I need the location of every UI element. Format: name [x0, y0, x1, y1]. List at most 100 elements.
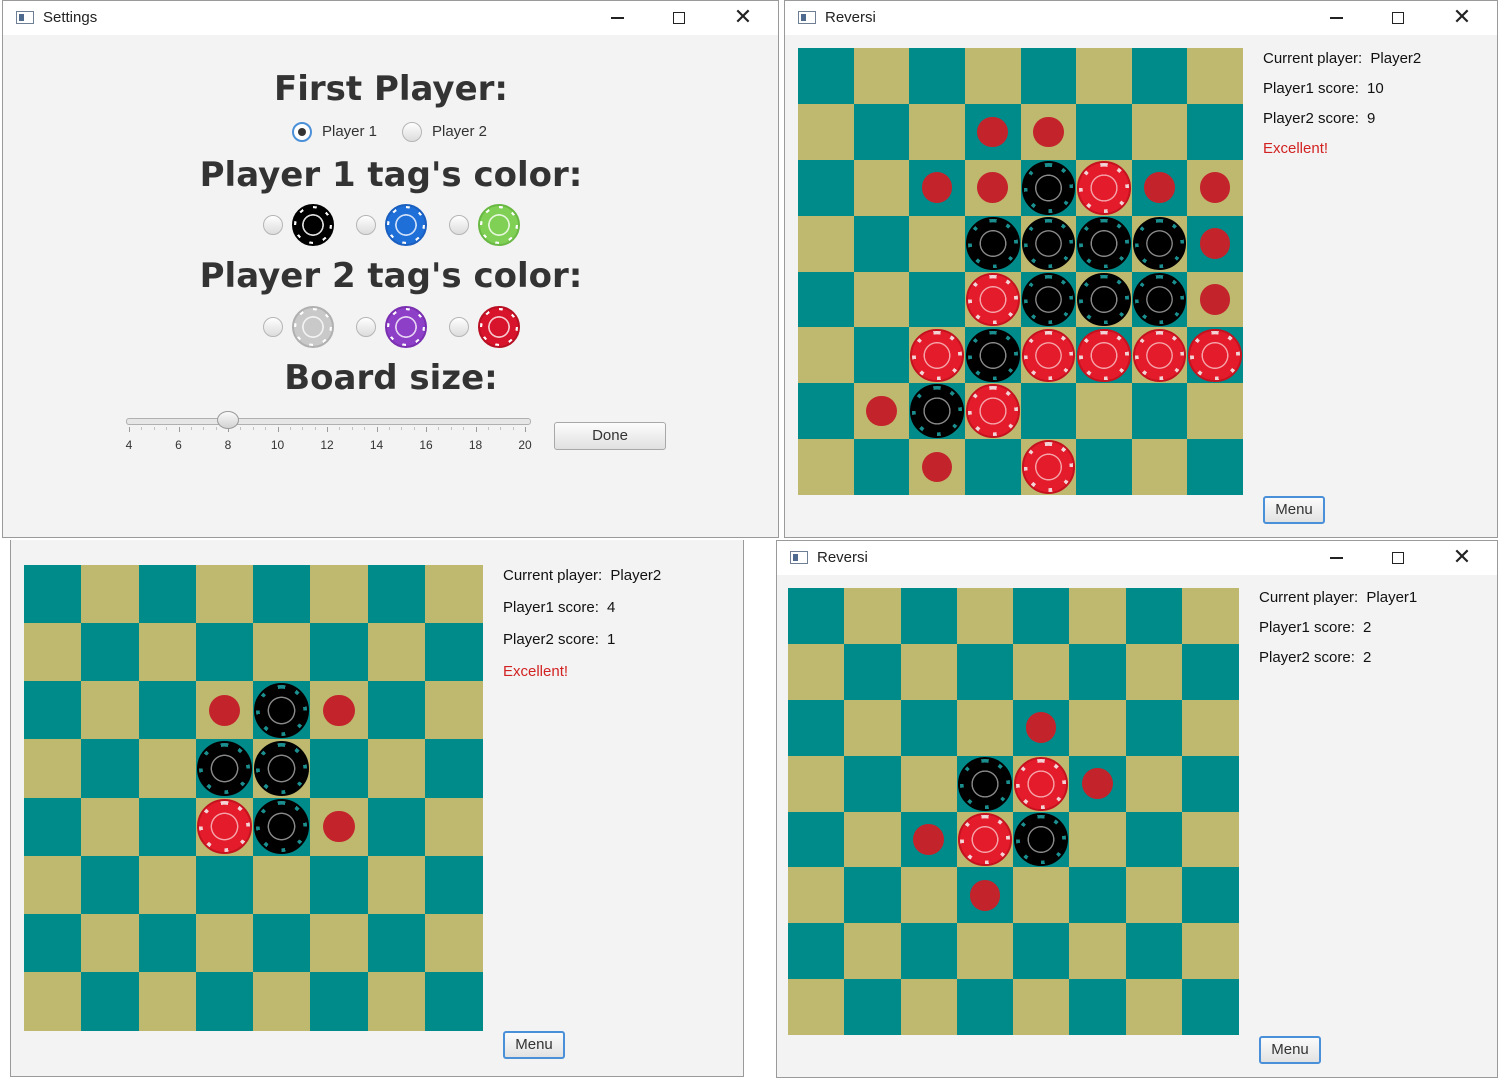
board-cell[interactable] — [367, 971, 426, 1031]
board-cell[interactable] — [788, 979, 845, 1036]
board-cell[interactable] — [844, 755, 902, 812]
board-cell[interactable] — [900, 923, 958, 980]
board-cell[interactable] — [138, 623, 197, 683]
board-cell[interactable] — [1013, 979, 1070, 1036]
board-cell[interactable] — [956, 923, 1014, 980]
board-cell[interactable] — [367, 855, 426, 915]
board-cell[interactable] — [1125, 979, 1183, 1036]
board-cell[interactable] — [900, 643, 958, 700]
board-cell[interactable] — [81, 797, 140, 857]
board-cell[interactable] — [1181, 867, 1239, 924]
board-cell[interactable] — [81, 971, 140, 1031]
board-cell[interactable] — [424, 739, 483, 799]
board-cell[interactable] — [788, 588, 845, 644]
board-cell[interactable] — [81, 855, 140, 915]
board-cell[interactable] — [1187, 383, 1244, 440]
board-cell[interactable] — [1013, 923, 1070, 980]
valid-move-marker[interactable] — [208, 694, 241, 727]
p1-color-radio-green[interactable] — [449, 215, 469, 235]
board-cell[interactable] — [798, 159, 854, 216]
board-cell[interactable] — [310, 565, 369, 624]
board-cell[interactable] — [424, 565, 483, 624]
board-cell[interactable] — [138, 797, 197, 857]
board-cell[interactable] — [900, 588, 958, 644]
board-cell[interactable] — [1069, 811, 1127, 868]
p1-color-green-chip[interactable] — [478, 204, 520, 246]
board-cell[interactable] — [1181, 923, 1239, 980]
board-cell[interactable] — [798, 383, 854, 440]
board-cell[interactable] — [1020, 48, 1077, 104]
done-button[interactable]: Done — [554, 422, 666, 450]
board-cell[interactable] — [798, 327, 854, 384]
maximize-button[interactable] — [664, 4, 694, 30]
radio-player-2-label[interactable]: Player 2 — [432, 123, 487, 140]
board-cell[interactable] — [1013, 643, 1070, 700]
board-cell[interactable] — [138, 565, 197, 624]
board-cell[interactable] — [1069, 699, 1127, 756]
board-cell[interactable] — [1125, 867, 1183, 924]
board-cell[interactable] — [788, 923, 845, 980]
board-cell[interactable] — [909, 48, 966, 104]
valid-move-marker[interactable] — [1144, 172, 1175, 203]
board-cell[interactable] — [81, 913, 140, 973]
board-cell[interactable] — [1187, 48, 1244, 104]
minimize-button[interactable] — [1321, 4, 1351, 30]
board-cell[interactable] — [844, 811, 902, 868]
board-cell[interactable] — [24, 623, 82, 683]
board-cell[interactable] — [1187, 439, 1244, 496]
board-cell[interactable] — [253, 855, 311, 915]
board-cell[interactable] — [909, 103, 966, 160]
board-cell[interactable] — [1125, 923, 1183, 980]
valid-move-marker[interactable] — [913, 824, 944, 855]
board-cell[interactable] — [1181, 699, 1239, 756]
board-cell[interactable] — [1181, 755, 1239, 812]
board-cell[interactable] — [1076, 383, 1133, 440]
p1-color-radio-black[interactable] — [263, 215, 283, 235]
board-cell[interactable] — [138, 739, 197, 799]
p1-color-blue-chip[interactable] — [385, 204, 427, 246]
board-cell[interactable] — [424, 797, 483, 857]
radio-player-1-label[interactable]: Player 1 — [322, 123, 377, 140]
board-cell[interactable] — [138, 913, 197, 973]
p2-color-radio-purple[interactable] — [356, 317, 376, 337]
board-cell[interactable] — [1125, 699, 1183, 756]
board-cell[interactable] — [1131, 103, 1188, 160]
board-size-slider-track[interactable] — [126, 418, 531, 425]
board-cell[interactable] — [424, 971, 483, 1031]
board-cell[interactable] — [788, 755, 845, 812]
board-cell[interactable] — [424, 623, 483, 683]
board-cell[interactable] — [900, 699, 958, 756]
valid-move-marker[interactable] — [977, 172, 1008, 203]
board-cell[interactable] — [788, 699, 845, 756]
game-board[interactable] — [24, 565, 483, 1031]
board-cell[interactable] — [1181, 643, 1239, 700]
game-board[interactable] — [798, 48, 1244, 496]
board-cell[interactable] — [367, 739, 426, 799]
board-cell[interactable] — [1187, 103, 1244, 160]
board-cell[interactable] — [1069, 923, 1127, 980]
board-cell[interactable] — [24, 913, 82, 973]
board-cell[interactable] — [253, 623, 311, 683]
board-cell[interactable] — [195, 623, 254, 683]
p2-color-radio-red[interactable] — [449, 317, 469, 337]
radio-player-1[interactable] — [292, 122, 312, 142]
board-cell[interactable] — [424, 681, 483, 741]
board-cell[interactable] — [844, 979, 902, 1036]
board-cell[interactable] — [900, 755, 958, 812]
board-cell[interactable] — [853, 103, 910, 160]
board-cell[interactable] — [844, 588, 902, 644]
board-cell[interactable] — [24, 855, 82, 915]
valid-move-marker[interactable] — [969, 879, 1001, 911]
board-cell[interactable] — [195, 971, 254, 1031]
board-cell[interactable] — [195, 913, 254, 973]
board-cell[interactable] — [1125, 755, 1183, 812]
close-button[interactable]: ✕ — [1447, 544, 1477, 570]
board-cell[interactable] — [24, 565, 82, 624]
valid-move-marker[interactable] — [977, 116, 1008, 148]
board-cell[interactable] — [1125, 811, 1183, 868]
board-cell[interactable] — [844, 923, 902, 980]
valid-move-marker[interactable] — [323, 810, 355, 843]
board-cell[interactable] — [367, 681, 426, 741]
board-cell[interactable] — [310, 971, 369, 1031]
menu-button[interactable]: Menu — [1263, 496, 1325, 524]
